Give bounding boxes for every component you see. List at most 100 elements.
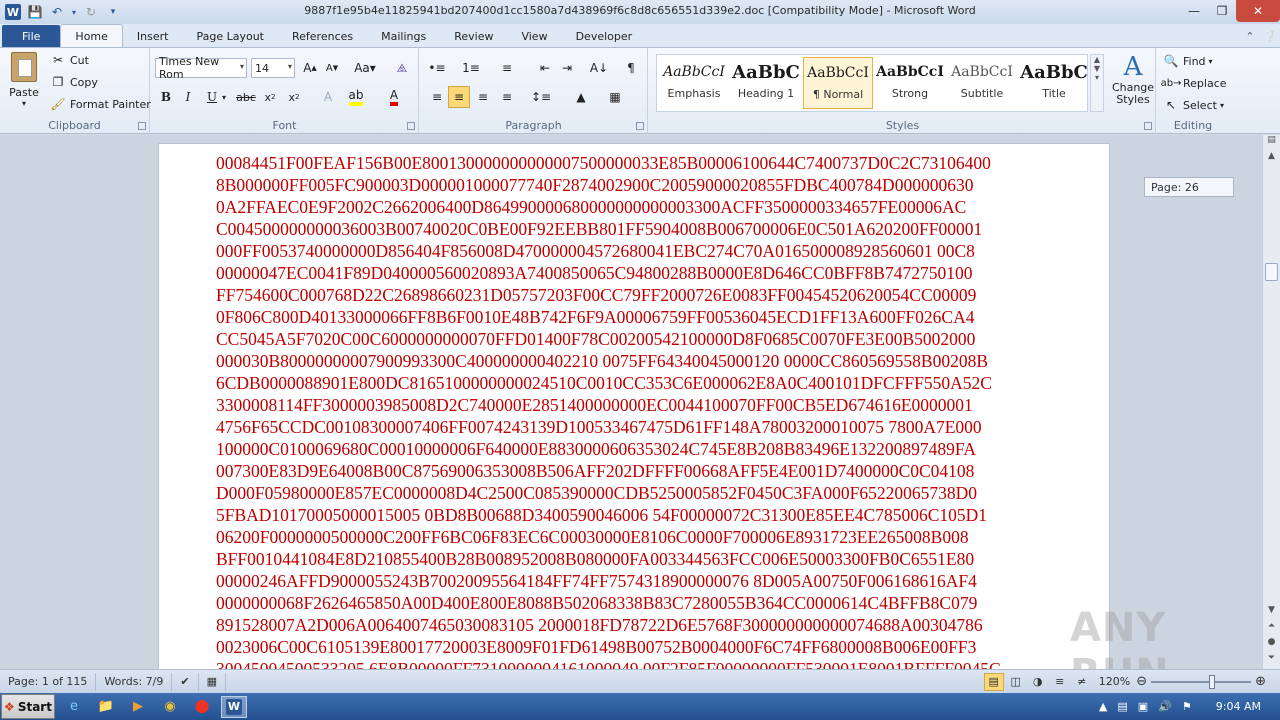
scroll-up-icon[interactable]: ▲ — [1263, 151, 1280, 167]
align-center-icon[interactable]: ≡ — [448, 86, 470, 108]
styles-launcher-icon[interactable] — [1144, 122, 1152, 130]
document-line[interactable]: FF754600C000768D22C26898660231D05757203F… — [216, 284, 1056, 306]
document-line[interactable]: 3300008114FF3000003985008D2C740000E28514… — [216, 394, 1056, 416]
tab-page-layout[interactable]: Page Layout — [182, 25, 278, 47]
browse-object-icon[interactable]: ● — [1263, 637, 1280, 653]
document-line[interactable]: 000030B80000000007900993300C400000000402… — [216, 350, 1056, 372]
document-line[interactable]: C004500000000036003B00740020C0BE00F92EEB… — [216, 218, 1056, 240]
word-taskbar-icon[interactable]: W — [221, 695, 247, 718]
document-line[interactable]: 00084451F00FEAF156B00E800130000000000007… — [216, 152, 1056, 174]
subscript-icon[interactable]: x2 — [259, 86, 281, 108]
document-line[interactable]: 00000246AFFD9000055243B70020095564184FF7… — [216, 570, 1056, 592]
document-line[interactable]: 6CDB0000088901E800DC8165100000000024510C… — [216, 372, 1056, 394]
numbering-icon[interactable]: 1≡ — [460, 57, 482, 79]
bold-icon[interactable]: B — [155, 86, 177, 108]
document-line[interactable]: 5FBAD10170005000015005 0BD8B00688D340059… — [216, 504, 1056, 526]
decrease-indent-icon[interactable]: ⇤ — [534, 57, 556, 79]
font-size-combo[interactable]: 14 ▾ — [251, 58, 295, 78]
zoom-slider-knob[interactable] — [1209, 674, 1216, 689]
macro-recording-icon[interactable]: ▦ — [199, 672, 226, 691]
shrink-font-icon[interactable]: A ▼ — [321, 57, 343, 79]
clear-formatting-icon[interactable]: ⧌ — [391, 57, 413, 79]
strikethrough-icon[interactable]: abc — [235, 86, 257, 108]
tab-developer[interactable]: Developer — [562, 25, 647, 47]
tab-insert[interactable]: Insert — [123, 25, 183, 47]
tab-references[interactable]: References — [278, 25, 367, 47]
align-right-icon[interactable]: ≡ — [472, 86, 494, 108]
scroll-down-icon[interactable]: ▼ — [1263, 605, 1280, 621]
tray-expand-icon[interactable]: ▲ — [1099, 700, 1107, 713]
tab-review[interactable]: Review — [440, 25, 507, 47]
document-line[interactable]: 0023006C00C6105139E80017720003E8009F01FD… — [216, 636, 1056, 658]
paste-button[interactable]: Paste ▾ — [6, 52, 42, 108]
change-case-icon[interactable]: Aa▾ — [351, 57, 379, 79]
style-emphasis[interactable]: AaBbCcI Emphasis — [659, 57, 729, 109]
document-line[interactable]: D000F05980000E857EC0000008D4C2500C085390… — [216, 482, 1056, 504]
style-title[interactable]: AaBbC Title — [1019, 57, 1089, 109]
find-button[interactable]: 🔍 Find ▾ — [1163, 53, 1213, 69]
document-line[interactable]: 007300E83D9E64008B00C87569006353008B506A… — [216, 460, 1056, 482]
vertical-scrollbar[interactable]: ▤ ▲ ▼ ⏶ ● ⏷ — [1262, 135, 1280, 669]
sort-icon[interactable]: A↓ — [588, 57, 610, 79]
minimize-ribbon-icon[interactable]: ⌃ — [1240, 30, 1260, 43]
web-layout-icon[interactable]: ◑ — [1028, 673, 1048, 691]
restore-button[interactable]: ❐ — [1208, 0, 1236, 22]
undo-icon[interactable]: ↶ — [48, 3, 66, 21]
scroll-thumb[interactable] — [1265, 263, 1278, 281]
proofing-icon[interactable]: ✔ — [172, 672, 199, 691]
document-line[interactable]: 0000000068F2626465850A00D400E800E8088B50… — [216, 592, 1056, 614]
copy-button[interactable]: ❐ Copy — [50, 74, 98, 90]
zoom-in-icon[interactable]: ⊕ — [1255, 674, 1266, 689]
monitor-icon[interactable]: ▣ — [1138, 700, 1148, 713]
file-explorer-icon[interactable]: 📁 — [93, 696, 119, 718]
document-line[interactable]: BFF0010441084E8D210855400B28B008952008B0… — [216, 548, 1056, 570]
style-heading-1[interactable]: AaBbC Heading 1 — [731, 57, 801, 109]
document-area[interactable]: 00084451F00FEAF156B00E800130000000000007… — [0, 135, 1262, 669]
zoom-level[interactable]: 120% — [1099, 675, 1130, 688]
document-line[interactable]: 000FF0053740000000D856404F856008D4700000… — [216, 240, 1056, 262]
italic-icon[interactable]: I — [177, 86, 199, 108]
document-line[interactable]: CC5045A5F7020C00C6000000000070FFD01400F7… — [216, 328, 1056, 350]
font-name-combo[interactable]: Times New Rom ▾ — [155, 55, 247, 81]
style-normal[interactable]: AaBbCcI ¶ Normal — [803, 57, 873, 109]
styles-gallery-scroll[interactable]: ▲ ▼ ▾ — [1090, 54, 1104, 112]
justify-icon[interactable]: ≡ — [496, 86, 518, 108]
replace-button[interactable]: ab→ Replace — [1161, 75, 1227, 91]
redo-icon[interactable]: ↻ — [82, 3, 100, 21]
borders-icon[interactable]: ▦ — [604, 86, 626, 108]
document-line[interactable]: 8B000000FF005FC900003D000001000077740F28… — [216, 174, 1056, 196]
bullets-icon[interactable]: •≡ — [426, 57, 448, 79]
document-line[interactable]: 0F806C800D40133000066FF8B6F0010E48B742F6… — [216, 306, 1056, 328]
tab-view[interactable]: View — [507, 25, 561, 47]
outline-view-icon[interactable]: ≡ — [1050, 673, 1070, 691]
zoom-out-icon[interactable]: ⊖ — [1136, 674, 1147, 689]
document-line[interactable]: 891528007A2D006A0064007465030083105 2000… — [216, 614, 1056, 636]
select-dropdown-icon[interactable]: ▾ — [1220, 101, 1224, 110]
document-text[interactable]: 00084451F00FEAF156B00E800130000000000007… — [216, 152, 1056, 669]
line-spacing-icon[interactable]: ↕≡ — [530, 86, 552, 108]
security-shield-icon[interactable]: ⬤ — [189, 696, 215, 718]
full-screen-reading-icon[interactable]: ◫ — [1006, 673, 1026, 691]
font-launcher-icon[interactable] — [407, 122, 415, 130]
undo-dropdown-icon[interactable]: ▾ — [70, 3, 78, 21]
tab-file[interactable]: File — [2, 25, 61, 47]
paragraph-launcher-icon[interactable] — [636, 122, 644, 130]
clock[interactable]: 9:04 AM — [1202, 700, 1275, 713]
ruler-toggle-icon[interactable]: ▤ — [1263, 135, 1280, 151]
draft-view-icon[interactable]: ≠ — [1072, 673, 1092, 691]
style-strong[interactable]: AaBbCcI Strong — [875, 57, 945, 109]
paste-dropdown-icon[interactable]: ▾ — [22, 99, 26, 108]
volume-icon[interactable]: 🔊 — [1158, 700, 1172, 713]
network-icon[interactable]: ▤ — [1117, 700, 1127, 713]
print-layout-icon[interactable]: ▤ — [983, 672, 1004, 691]
document-line[interactable]: 06200F0000000500000C200FF6BC06F83EC6C000… — [216, 526, 1056, 548]
multilevel-list-icon[interactable]: ≡ — [496, 57, 518, 79]
select-button[interactable]: ↖ Select ▾ — [1163, 97, 1224, 113]
customize-qat-icon[interactable]: ▾ — [104, 3, 122, 21]
find-dropdown-icon[interactable]: ▾ — [1209, 57, 1213, 66]
increase-indent-icon[interactable]: ⇥ — [556, 57, 578, 79]
shading-icon[interactable]: ▲ — [570, 86, 592, 108]
chrome-icon[interactable]: ◉ — [157, 696, 183, 718]
media-player-icon[interactable]: ▶ — [125, 696, 151, 718]
document-line[interactable]: 100000C0100069680C00010000006F640000E883… — [216, 438, 1056, 460]
